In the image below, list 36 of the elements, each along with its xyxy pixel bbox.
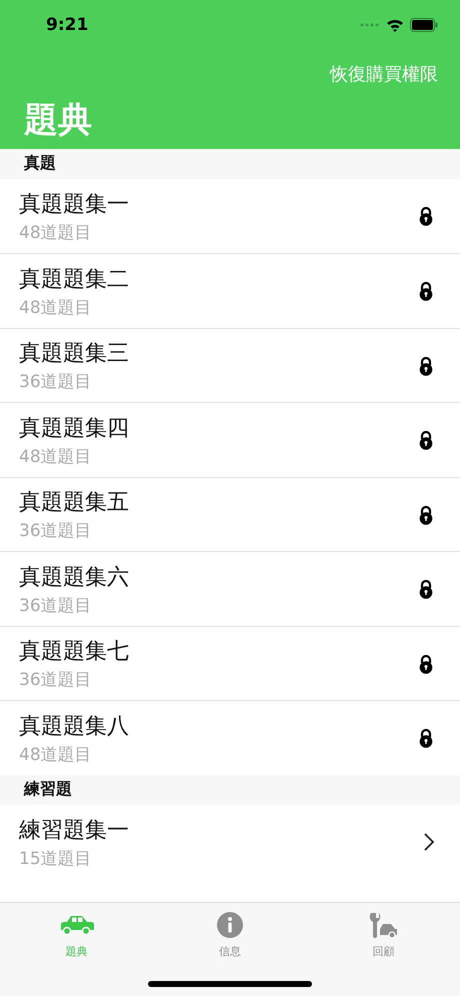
- set-title[interactable]: 真題題集五: [19, 487, 418, 518]
- section-header: 練習題: [0, 774, 460, 805]
- lock-icon: [418, 654, 434, 674]
- battery-icon: [410, 18, 438, 32]
- set-title[interactable]: 練習題集一: [19, 814, 424, 845]
- wifi-icon: [386, 18, 404, 32]
- question-count: 15道題目: [19, 848, 93, 870]
- question-count: 36道題目: [19, 371, 93, 394]
- lock-icon: [418, 206, 434, 226]
- page-title: 題典: [22, 99, 93, 142]
- chevron-icon: [424, 833, 434, 852]
- status-time: 9:21: [46, 15, 88, 35]
- set-title[interactable]: 真題題集一: [19, 188, 418, 219]
- set-title[interactable]: 真題題集七: [19, 636, 418, 666]
- set-title[interactable]: 真題題集六: [19, 562, 418, 592]
- lock-icon: [418, 579, 434, 600]
- question-count: 48道題目: [19, 222, 93, 244]
- signal-icon: [360, 23, 380, 27]
- set-title[interactable]: 真題題集三: [19, 338, 418, 368]
- lock-icon: [418, 356, 434, 376]
- lock-icon: [418, 281, 434, 302]
- question-count: 36道題目: [19, 520, 93, 542]
- question-count: 36道題目: [19, 669, 93, 692]
- question-count: 36道題目: [19, 594, 93, 617]
- wrench-car-icon[interactable]: [368, 911, 398, 939]
- lock-icon: [418, 430, 434, 450]
- question-count: 48道題目: [19, 296, 93, 319]
- lock-icon: [418, 728, 434, 748]
- question-count: 48道題目: [19, 446, 93, 468]
- set-title[interactable]: 真題題集八: [19, 710, 418, 741]
- info-icon[interactable]: [216, 911, 244, 939]
- set-title[interactable]: 真題題集二: [19, 264, 418, 294]
- question-count: 48道題目: [19, 744, 93, 766]
- section-header: 真題: [0, 148, 460, 179]
- lock-icon: [418, 504, 434, 525]
- set-title[interactable]: 真題題集四: [19, 412, 418, 443]
